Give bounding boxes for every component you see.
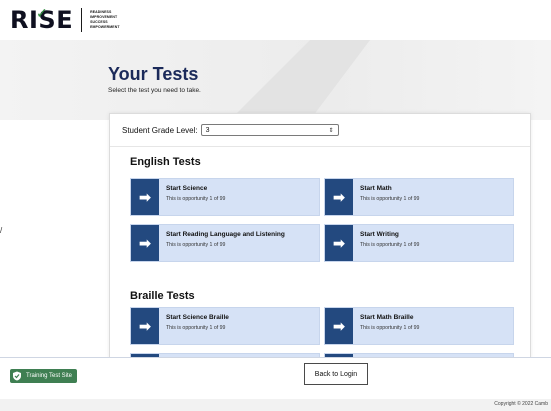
- english-tests-heading: English Tests: [130, 156, 201, 168]
- arrow-right-icon: ➡: [325, 179, 353, 215]
- copyright-text: Copyright © 2022 Camb: [494, 401, 548, 407]
- grade-level-row: Student Grade Level: 3 ⇕: [122, 124, 339, 136]
- stray-mark: /: [0, 226, 3, 235]
- check-icon: ✓: [36, 6, 49, 22]
- logo-tagline: READINESS IMPROVEMENT SUCCESS EMPOWERMEN…: [90, 10, 120, 30]
- arrow-right-icon: ➡: [131, 225, 159, 261]
- test-card-subtitle: This is opportunity 1 of 99: [166, 196, 226, 202]
- test-card-title: Start Math Braille: [360, 314, 414, 321]
- test-card-subtitle: This is opportunity 1 of 99: [360, 196, 420, 202]
- divider: [110, 146, 530, 147]
- braille-tests-heading: Braille Tests: [130, 290, 195, 302]
- footer-bar: Training Test Site Back to Login: [0, 357, 551, 392]
- tests-panel: Student Grade Level: 3 ⇕ English Tests ➡…: [109, 113, 531, 360]
- page-title: Your Tests: [108, 64, 199, 84]
- hero-decoration: [230, 40, 310, 120]
- training-test-site-label: Training Test Site: [26, 373, 73, 379]
- test-card-title: Start Reading Language and Listening: [166, 231, 285, 238]
- top-bar: RISE ✓ READINESS IMPROVEMENT SUCCESS EMP…: [0, 0, 551, 41]
- test-card-title: Start Math: [360, 185, 392, 192]
- test-card-start-science[interactable]: ➡ Start Science This is opportunity 1 of…: [130, 178, 320, 216]
- hero-decoration: [310, 40, 370, 120]
- chevron-updown-icon: ⇕: [328, 127, 334, 134]
- arrow-right-icon: ➡: [325, 225, 353, 261]
- test-card-subtitle: This is opportunity 1 of 99: [166, 242, 226, 248]
- hero-banner: Your Tests Select the test you need to t…: [0, 40, 551, 120]
- test-card-start-writing[interactable]: ➡ Start Writing This is opportunity 1 of…: [324, 224, 514, 262]
- arrow-right-icon: ➡: [131, 308, 159, 344]
- grade-level-label: Student Grade Level:: [122, 125, 198, 135]
- training-test-site-badge: Training Test Site: [10, 369, 78, 383]
- arrow-right-icon: ➡: [131, 179, 159, 215]
- test-card-title: Start Science: [166, 185, 208, 192]
- test-card-subtitle: This is opportunity 1 of 99: [166, 325, 226, 331]
- shield-check-icon: [13, 371, 21, 381]
- logo-wordmark: RISE ✓: [10, 6, 73, 34]
- test-card-subtitle: This is opportunity 1 of 99: [360, 242, 420, 248]
- tagline-line: EMPOWERMENT: [90, 25, 120, 29]
- test-card-start-reading[interactable]: ➡ Start Reading Language and Listening T…: [130, 224, 320, 262]
- arrow-right-icon: ➡: [325, 308, 353, 344]
- grade-level-value: 3: [205, 126, 210, 134]
- test-card-start-math[interactable]: ➡ Start Math This is opportunity 1 of 99: [324, 178, 514, 216]
- rise-logo: RISE ✓ READINESS IMPROVEMENT SUCCESS EMP…: [10, 6, 120, 34]
- copyright-bar: Copyright © 2022 Camb: [0, 399, 551, 411]
- logo-divider: [81, 8, 83, 32]
- test-card-subtitle: This is opportunity 1 of 99: [360, 325, 420, 331]
- page-subtitle: Select the test you need to take.: [108, 87, 201, 94]
- test-card-start-science-braille[interactable]: ➡ Start Science Braille This is opportun…: [130, 307, 320, 345]
- test-card-start-math-braille[interactable]: ➡ Start Math Braille This is opportunity…: [324, 307, 514, 345]
- grade-level-select[interactable]: 3 ⇕: [200, 124, 339, 136]
- back-to-login-button[interactable]: Back to Login: [304, 363, 368, 385]
- test-card-title: Start Writing: [360, 231, 399, 238]
- test-card-title: Start Science Braille: [166, 314, 229, 321]
